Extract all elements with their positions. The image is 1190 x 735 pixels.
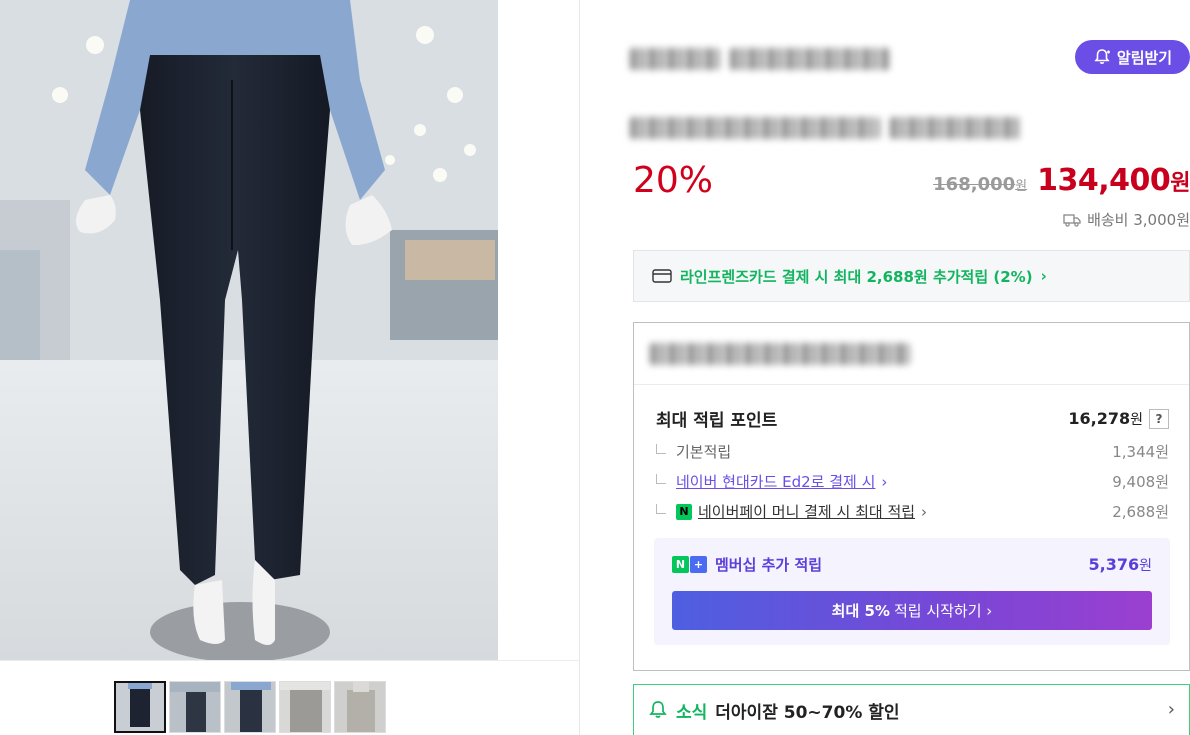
chevron-right-icon: › (1167, 699, 1175, 720)
tree-branch (656, 473, 666, 484)
membership-box: N + 멤버십 추가 적립 5,376원 최대 5% 적립 시작하기 › (654, 538, 1170, 645)
max-points-number: 16,278 (1068, 408, 1131, 428)
thumbnail-divider (0, 660, 579, 661)
notify-label: 알림받기 (1116, 48, 1173, 67)
original-price-unit: 원 (1015, 179, 1028, 194)
sale-price-unit: 원 (1170, 171, 1190, 196)
brand-name-redacted (630, 47, 890, 71)
tree-branch (656, 443, 666, 454)
column-divider (579, 0, 580, 735)
redacted-text (890, 117, 1020, 139)
points-header (634, 323, 1189, 385)
card-promo-banner[interactable]: 라인프렌즈카드 결제 시 최대 2,688원 추가적립 (2%) › (633, 250, 1190, 302)
membership-unit: 원 (1139, 557, 1152, 574)
chevron-right-icon: › (881, 472, 888, 491)
thumbnail-1-image (116, 683, 164, 731)
thumbnail-strip (114, 681, 386, 733)
membership-button-text: 적립 시작하기 › (893, 602, 993, 620)
thumbnail-2[interactable] (169, 681, 221, 733)
membership-value: 5,376원 (1089, 555, 1153, 575)
news-text: 더아이잗 50~70% 할인 (715, 702, 900, 723)
truck-icon (1063, 213, 1081, 227)
membership-row: N + 멤버십 추가 적립 5,376원 (672, 554, 1152, 575)
thumbnail-3[interactable] (224, 681, 276, 733)
thumbnail-5[interactable] (334, 681, 386, 733)
membership-label: 멤버십 추가 적립 (715, 556, 823, 574)
naver-badge: N (672, 556, 689, 573)
shipping-fee: 배송비 3,000원 (1063, 209, 1190, 230)
membership-start-button[interactable]: 최대 5% 적립 시작하기 › (672, 591, 1152, 630)
chevron-right-icon: › (1040, 267, 1047, 285)
hyundai-card-points-row: 네이버 현대카드 Ed2로 결제 시 › 9,408원 (634, 471, 1189, 492)
original-price-value: 168,000 (933, 174, 1016, 195)
shipping-text: 배송비 3,000원 (1087, 211, 1190, 229)
help-icon[interactable]: ? (1149, 408, 1169, 429)
membership-button-strong: 최대 5% (831, 602, 890, 620)
points-panel: 최대 적립 포인트 16,278원 ? 기본적립 1,344원 네이버 현대카드… (633, 322, 1190, 671)
thumbnail-1[interactable] (114, 681, 166, 733)
chevron-right-icon: › (921, 502, 928, 521)
hyundai-card-link[interactable]: 네이버 현대카드 Ed2로 결제 시 (676, 471, 875, 492)
bell-plus-icon (1094, 49, 1110, 64)
npay-points-row: N 네이버페이 머니 결제 시 최대 적립 › 2,688원 (634, 501, 1189, 522)
store-news-bar[interactable]: 소식 더아이잗 50~70% 할인 › (633, 684, 1190, 735)
basic-points-value: 1,344원 (1112, 443, 1169, 461)
basic-points-label: 기본적립 (676, 443, 732, 461)
news-tag: 소식 (676, 702, 708, 723)
price-row: 168,000원 134,400원 (933, 163, 1190, 198)
tree-branch (656, 503, 666, 514)
product-main-image (0, 0, 498, 660)
discount-rate: 20% (633, 160, 714, 201)
redacted-text (630, 117, 880, 139)
redacted-text (730, 48, 890, 70)
redacted-text (630, 48, 720, 70)
plus-badge: + (690, 556, 707, 573)
naver-plus-icon: N + (672, 556, 707, 573)
credit-card-icon (652, 269, 672, 283)
thumbnail-3-image (225, 682, 275, 732)
notify-button[interactable]: 알림받기 (1075, 40, 1190, 74)
basic-points-row: 기본적립 1,344원 (634, 441, 1189, 462)
max-points-label: 최대 적립 포인트 (656, 411, 778, 431)
max-points-row: 최대 적립 포인트 16,278원 ? (634, 406, 1189, 431)
redacted-text (650, 342, 910, 365)
thumbnail-4-image (280, 682, 330, 732)
membership-number: 5,376 (1088, 554, 1140, 574)
thumbnail-2-image (170, 682, 220, 732)
naverpay-icon: N (676, 503, 692, 520)
original-price: 168,000원 (933, 174, 1027, 195)
naverpay-money-link[interactable]: 네이버페이 머니 결제 시 최대 적립 (698, 501, 915, 522)
product-title-redacted (630, 115, 1020, 141)
card-promo-text: 라인프렌즈카드 결제 시 최대 2,688원 추가적립 (2%) (680, 267, 1033, 286)
hyundai-card-points-value: 9,408원 (1112, 473, 1169, 491)
thumbnail-4[interactable] (279, 681, 331, 733)
max-points-value: 16,278원 ? (1068, 408, 1169, 429)
product-photo (0, 0, 498, 660)
npay-points-value: 2,688원 (1112, 503, 1169, 521)
bell-icon (649, 701, 667, 718)
max-points-unit: 원 (1130, 411, 1143, 428)
thumbnail-5-image (335, 682, 385, 732)
sale-price: 134,400원 (1037, 163, 1190, 198)
sale-price-value: 134,400 (1037, 163, 1171, 198)
